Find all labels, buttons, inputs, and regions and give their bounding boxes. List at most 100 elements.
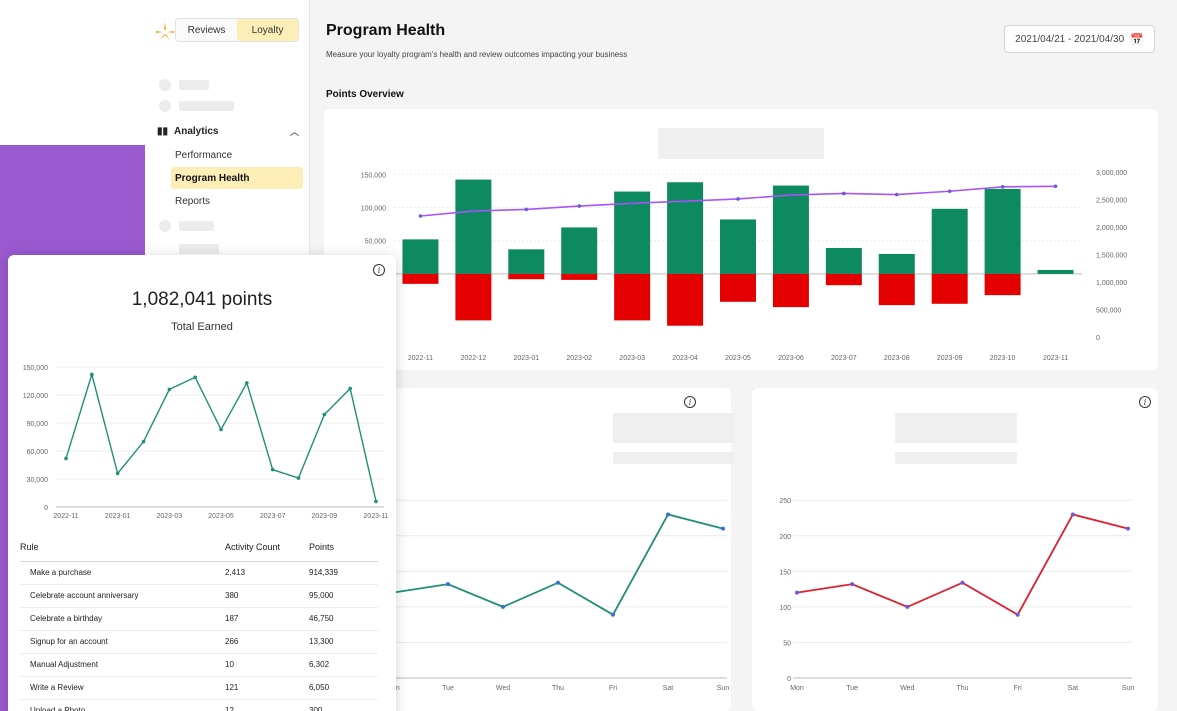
activity-count-cell: 380 xyxy=(225,584,309,608)
column-header-rule: Rule xyxy=(20,533,225,562)
weekday-point xyxy=(905,604,910,609)
weekday-point xyxy=(556,580,560,585)
x-tick-label: 2022-12 xyxy=(461,355,487,362)
points-overview-chart: 150,000 100,000 50,000 3,000,000 2,500,000 2,… xyxy=(361,170,1128,362)
x-tick-label: 2022-11 xyxy=(408,355,433,362)
x-tick-label: Thu xyxy=(956,685,968,692)
y-tick-label: 0 xyxy=(44,505,48,512)
x-tick-label: Sat xyxy=(1068,685,1079,692)
rule-cell: Make a purchase xyxy=(20,561,225,585)
activity-count-cell: 266 xyxy=(225,630,309,654)
x-tick-label: 2023-03 xyxy=(156,513,182,520)
x-tick-label: Sat xyxy=(663,685,674,692)
trend-point xyxy=(64,456,68,461)
column-header-points: Points xyxy=(309,533,378,562)
section-title-points-overview: Points Overview xyxy=(326,89,404,100)
table-row: Signup for an account 266 13,300 xyxy=(20,630,378,654)
cumulative-point xyxy=(577,204,582,208)
column-header-activity-count: Activity Count xyxy=(225,533,309,562)
cumulative-point xyxy=(524,207,529,212)
page-title: Program Health xyxy=(326,22,446,39)
earned-bar xyxy=(561,227,598,274)
x-tick-label: Sun xyxy=(1122,685,1135,692)
rule-cell: Upload a Photo xyxy=(20,699,225,711)
points-cell: 6,302 xyxy=(309,653,378,677)
sidebar-placeholder xyxy=(159,220,214,232)
y-tick-label: 100,000 xyxy=(361,205,386,212)
x-tick-label: 2023-11 xyxy=(363,513,388,520)
activity-count-cell: 187 xyxy=(225,607,309,631)
weekday-point xyxy=(501,604,505,609)
sidebar-section-analytics[interactable]: ▮▮ Analytics ︿ xyxy=(157,122,299,140)
redeemed-bar xyxy=(984,273,1021,296)
weekday-point xyxy=(960,580,965,585)
weekday-point xyxy=(1015,612,1020,617)
sidebar-item-reports[interactable]: Reports xyxy=(171,190,303,212)
y-tick-label: 150,000 xyxy=(23,365,48,372)
y-tick-label: 100 xyxy=(779,605,791,612)
tab-reviews[interactable]: Reviews xyxy=(176,19,237,41)
table-row: Make a purchase 2,413 914,339 xyxy=(20,561,378,585)
cumulative-point xyxy=(683,199,687,203)
table-row: Celebrate account anniversary 380 95,000 xyxy=(20,584,378,608)
x-tick-label: 2023-07 xyxy=(260,513,286,520)
bar-chart-icon: ▮▮ xyxy=(157,125,169,137)
trend-point xyxy=(245,381,249,385)
total-earned-card: i 1,082,041 points Total Earned 150,000 1… xyxy=(8,255,396,711)
x-tick-label: 2023-09 xyxy=(311,513,337,520)
points-cell: 914,339 xyxy=(309,561,378,585)
points-cell: 46,750 xyxy=(309,607,378,631)
total-earned-trend-chart: 150,000 120,000 90,000 60,000 30,000 0 2022-11… xyxy=(23,365,389,520)
x-tick-label: Thu xyxy=(552,685,564,692)
redeemed-bar xyxy=(614,273,651,321)
x-tick-label: 2023-05 xyxy=(725,355,751,362)
weekday-point xyxy=(721,526,725,531)
y-tick-label: 50 xyxy=(783,640,791,647)
weekday-review-card: i 250 200 150 100 50 0 Mon Tue Wed Thu Fri Sat Sun xyxy=(752,388,1158,711)
sidebar-item-performance[interactable]: Performance xyxy=(171,144,303,166)
cumulative-point xyxy=(418,214,423,218)
app-switcher: Reviews Loyalty xyxy=(175,18,299,42)
earned-bar xyxy=(1037,269,1074,274)
y2-tick-label: 2,500,000 xyxy=(1096,198,1127,205)
calendar-icon: 📅 xyxy=(1130,33,1144,46)
weekday-point xyxy=(795,590,799,595)
redeemed-bar xyxy=(402,273,439,284)
y-tick-label: 50,000 xyxy=(365,239,387,246)
cumulative-point xyxy=(894,192,899,197)
x-tick-label: 2023-04 xyxy=(672,355,698,362)
date-range-picker[interactable]: 2021/04/21 - 2021/04/30 📅 xyxy=(1004,25,1155,53)
x-tick-label: Tue xyxy=(846,685,858,692)
tab-loyalty[interactable]: Loyalty xyxy=(237,19,298,41)
redeemed-bar xyxy=(931,273,968,304)
trend-point xyxy=(90,372,94,377)
y-tick-label: 250 xyxy=(779,498,791,505)
activity-count-cell: 12 xyxy=(225,699,309,711)
y-tick-label: 150,000 xyxy=(361,172,386,179)
page-subtitle: Measure your loyalty program's health an… xyxy=(326,50,628,59)
x-tick-label: Fri xyxy=(609,685,618,692)
x-tick-label: 2023-01 xyxy=(513,355,539,362)
x-tick-label: Wed xyxy=(900,685,914,692)
cumulative-point xyxy=(630,201,634,206)
trend-point xyxy=(374,499,378,504)
chevron-up-icon: ︿ xyxy=(289,126,299,137)
cumulative-point xyxy=(947,189,952,194)
x-tick-label: Sun xyxy=(717,685,730,692)
sidebar-section-label: Analytics xyxy=(174,125,219,137)
table-header-row: Rule Activity Count Points xyxy=(20,533,378,562)
activity-count-cell: 10 xyxy=(225,653,309,677)
x-tick-label: 2023-05 xyxy=(208,513,234,520)
activity-count-cell: 121 xyxy=(225,676,309,700)
trend-point xyxy=(115,471,120,476)
weekday-line xyxy=(392,513,724,616)
redeemed-bar xyxy=(878,273,915,306)
sidebar-item-program-health[interactable]: Program Health xyxy=(171,167,303,189)
sidebar-placeholder xyxy=(159,100,234,112)
weekday-point xyxy=(1126,526,1130,531)
table-row: Write a Review 121 6,050 xyxy=(20,676,378,700)
points-cell: 13,300 xyxy=(309,630,378,654)
trend-point xyxy=(348,386,352,391)
weekday-point xyxy=(446,582,450,587)
cumulative-point xyxy=(1053,184,1058,189)
